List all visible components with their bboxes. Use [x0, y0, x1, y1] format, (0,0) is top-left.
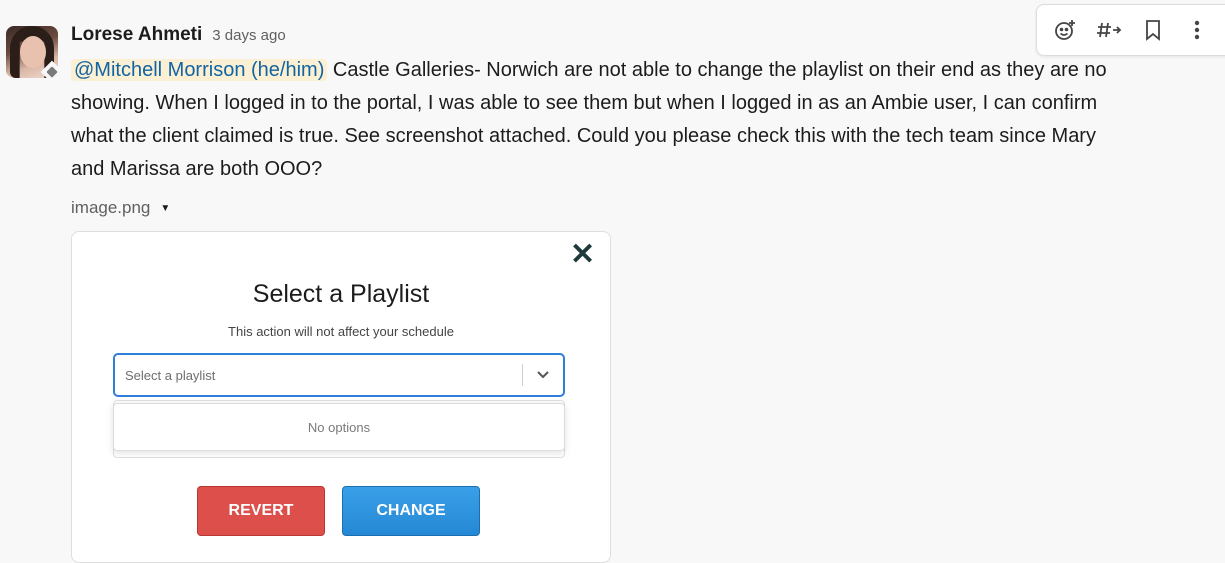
playlist-select: Select a playlist [113, 353, 565, 397]
modal-title: Select a Playlist [252, 280, 430, 308]
add-reaction-icon[interactable] [1045, 10, 1085, 50]
image-attachment[interactable]: ✕ Select a Playlist This action will not… [71, 231, 611, 563]
user-mention[interactable]: @Mitchell Morrison (he/him) [71, 59, 328, 81]
select-placeholder: Select a playlist [125, 367, 216, 383]
close-icon: ✕ [570, 238, 596, 271]
file-label[interactable]: image.png ▼ [71, 198, 170, 218]
chevron-down-icon [523, 370, 563, 380]
message-line-2: showing. When I logged in to the portal,… [71, 92, 1098, 114]
message-line-3: what the client claimed is true. See scr… [71, 125, 1096, 147]
author-name[interactable]: Lorese Ahmeti [71, 24, 202, 46]
message-body: @Mitchell Morrison (he/him) Castle Galle… [71, 54, 1225, 186]
message-line-1: @Mitchell Morrison (he/him) Castle Galle… [71, 54, 1225, 87]
presence-status-icon [40, 60, 58, 78]
revert-button: REVERT [197, 486, 325, 536]
message-text: Castle Galleries- Norwich are not able t… [327, 59, 1107, 81]
avatar[interactable] [6, 26, 58, 78]
timestamp[interactable]: 3 days ago [212, 27, 285, 44]
dropdown-empty-text: No options [307, 419, 371, 435]
change-button: CHANGE [342, 486, 480, 536]
message-header: Lorese Ahmeti 3 days ago [71, 24, 286, 46]
message-line-4: and Marissa are both OOO? [71, 158, 323, 180]
reply-in-thread-icon[interactable] [1089, 10, 1129, 50]
modal-subtitle: This action will not affect your schedul… [228, 324, 454, 339]
caret-down-icon[interactable]: ▼ [160, 203, 170, 214]
bookmark-icon[interactable] [1133, 10, 1173, 50]
more-actions-icon[interactable] [1177, 10, 1217, 50]
message-actions-toolbar [1036, 4, 1225, 56]
file-name[interactable]: image.png [71, 198, 150, 218]
dropdown-menu: No options [113, 403, 565, 451]
